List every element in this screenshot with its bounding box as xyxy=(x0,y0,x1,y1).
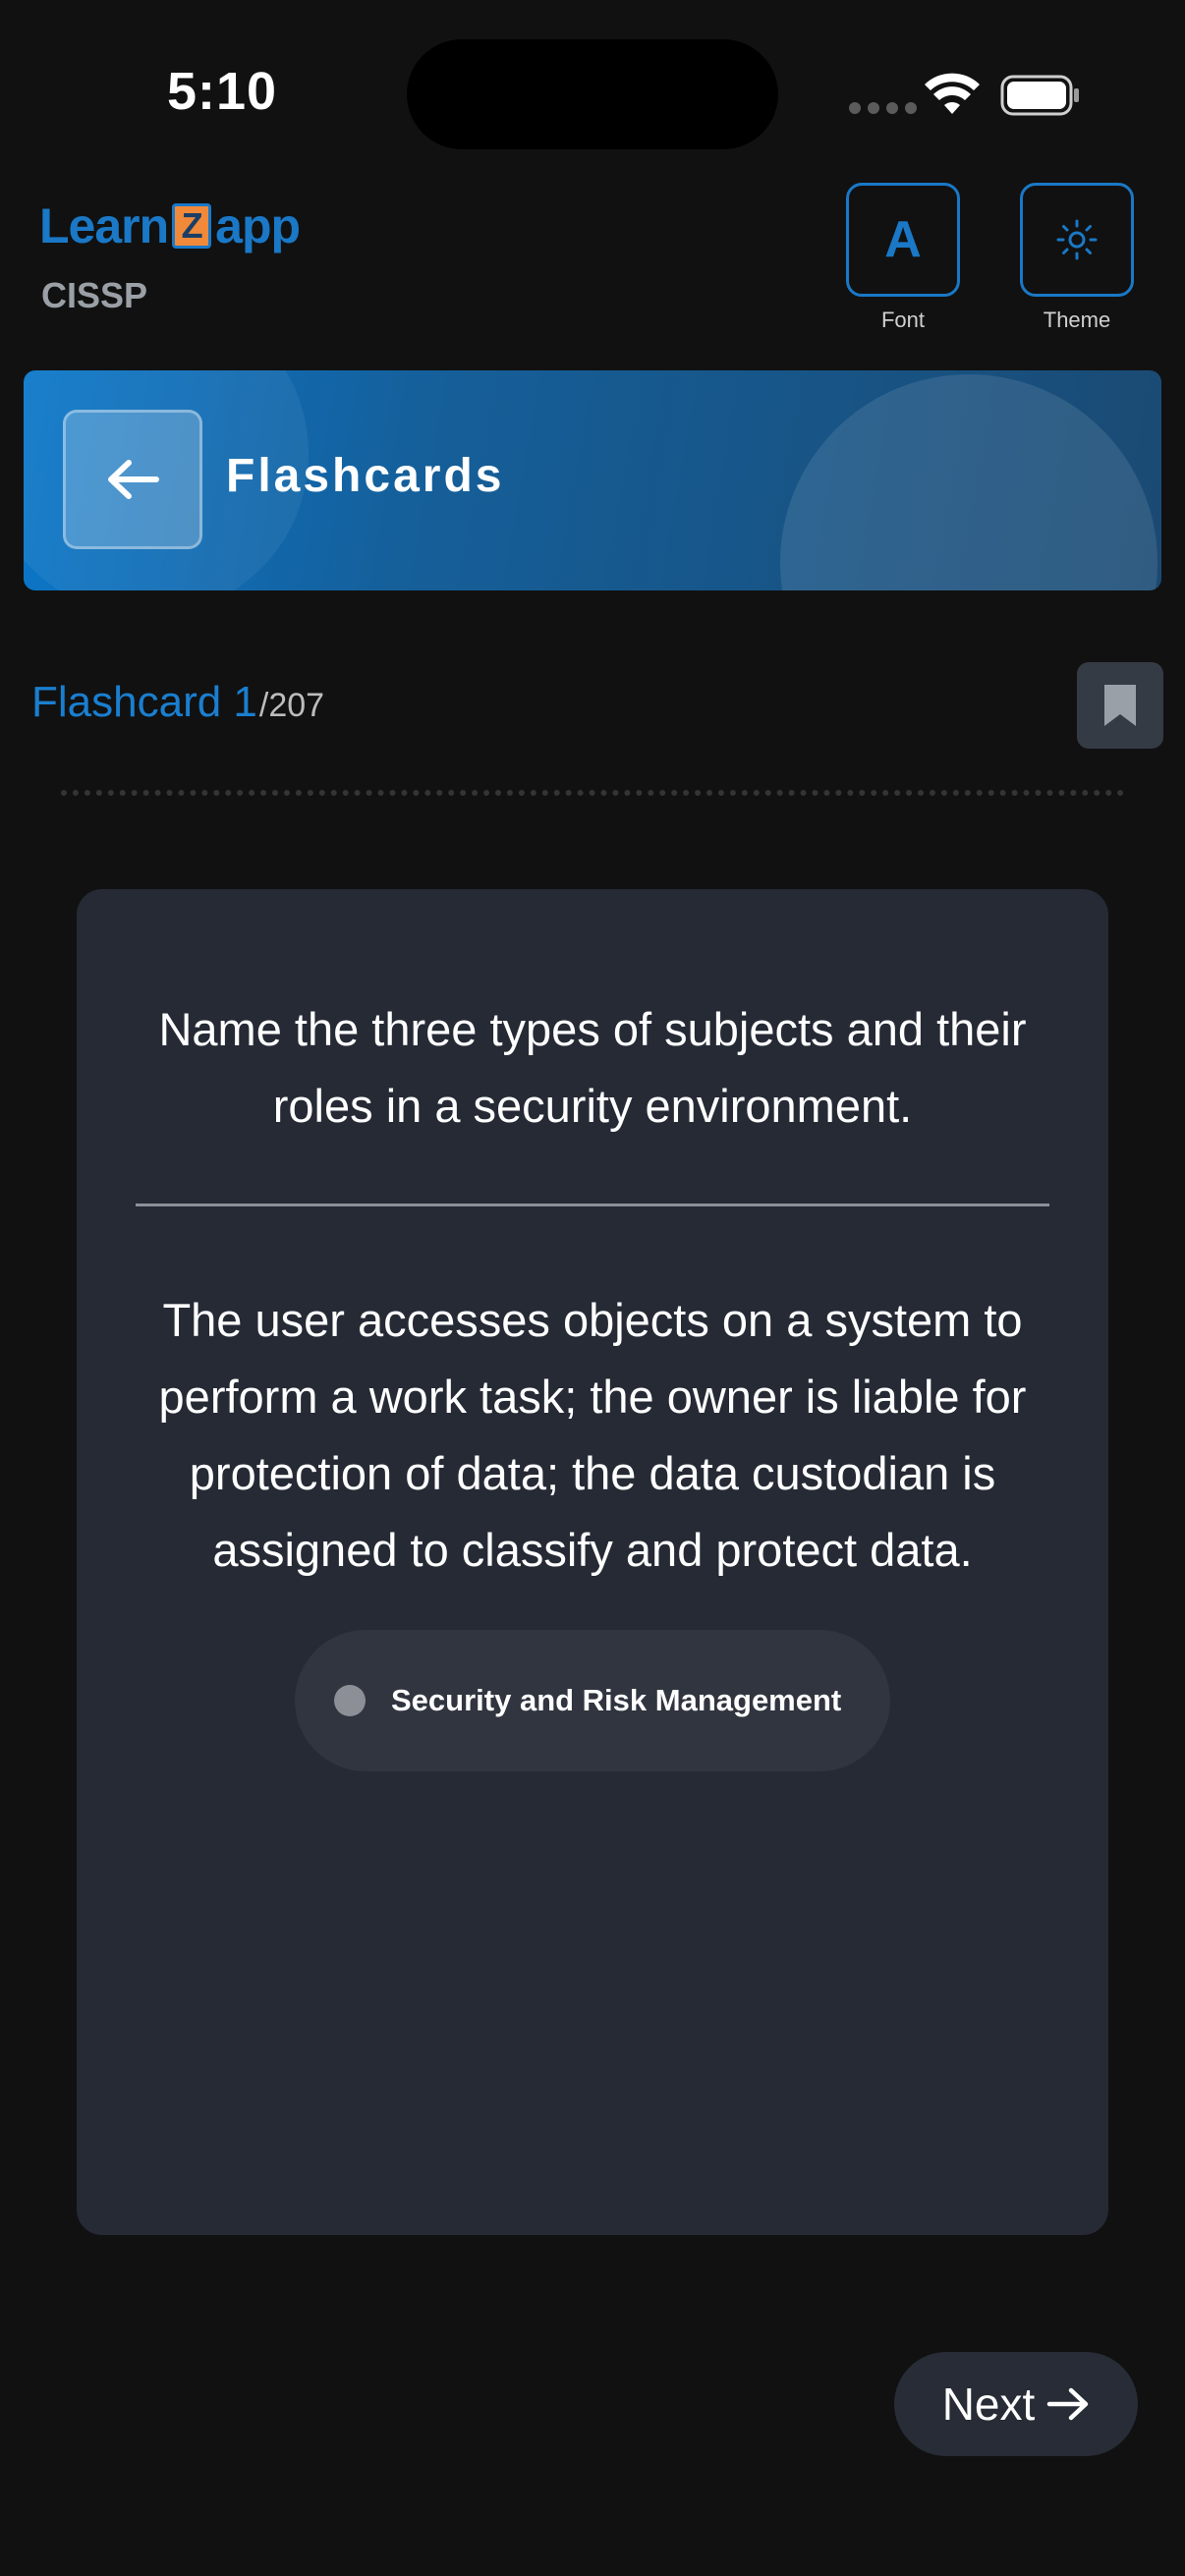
flashcard[interactable]: Name the three types of subjects and the… xyxy=(77,889,1108,2235)
logo-text-app: app xyxy=(215,198,301,253)
flashcard-total: /207 xyxy=(258,687,325,724)
logo-z-badge: Z xyxy=(172,203,212,249)
next-button[interactable]: Next xyxy=(894,2352,1138,2456)
font-button-label: Font xyxy=(880,308,926,332)
status-time: 5:10 xyxy=(167,62,278,121)
banner-decor-circle xyxy=(780,374,1157,590)
font-icon: A xyxy=(884,211,922,268)
dynamic-island xyxy=(407,39,778,149)
flashcard-question: Name the three types of subjects and the… xyxy=(158,1003,1027,1132)
topic-dot-icon xyxy=(334,1685,366,1716)
flashcard-counter: Flashcard 1 /207 xyxy=(31,678,324,727)
flashcard-index: Flashcard 1 xyxy=(31,678,257,726)
course-subtitle: CISSP xyxy=(41,275,148,315)
arrow-left-icon xyxy=(108,460,159,499)
next-button-label: Next xyxy=(941,2379,1036,2430)
topic-chip: Security and Risk Management xyxy=(295,1630,890,1771)
page-title: Flashcards xyxy=(226,450,505,502)
arrow-right-icon xyxy=(1047,2387,1089,2421)
theme-button-label: Theme xyxy=(1043,308,1111,332)
cellular-signal-icon xyxy=(849,102,917,114)
topic-label: Security and Risk Management xyxy=(391,1683,842,1717)
sun-icon xyxy=(1056,219,1098,260)
wifi-icon xyxy=(925,73,980,114)
progress-divider xyxy=(61,790,1124,796)
back-button[interactable] xyxy=(63,410,202,549)
app-logo: Learn Z app xyxy=(39,196,301,255)
bookmark-icon xyxy=(1104,685,1136,726)
card-divider xyxy=(136,1204,1049,1206)
logo-text-learn: Learn xyxy=(39,198,169,253)
theme-button[interactable] xyxy=(1020,183,1134,297)
flashcard-answer: The user accesses objects on a system to… xyxy=(158,1294,1027,1576)
battery-icon xyxy=(1000,75,1079,116)
bookmark-button[interactable] xyxy=(1077,662,1163,749)
flashcards-banner: Flashcards xyxy=(24,370,1161,590)
font-button[interactable]: A xyxy=(846,183,960,297)
